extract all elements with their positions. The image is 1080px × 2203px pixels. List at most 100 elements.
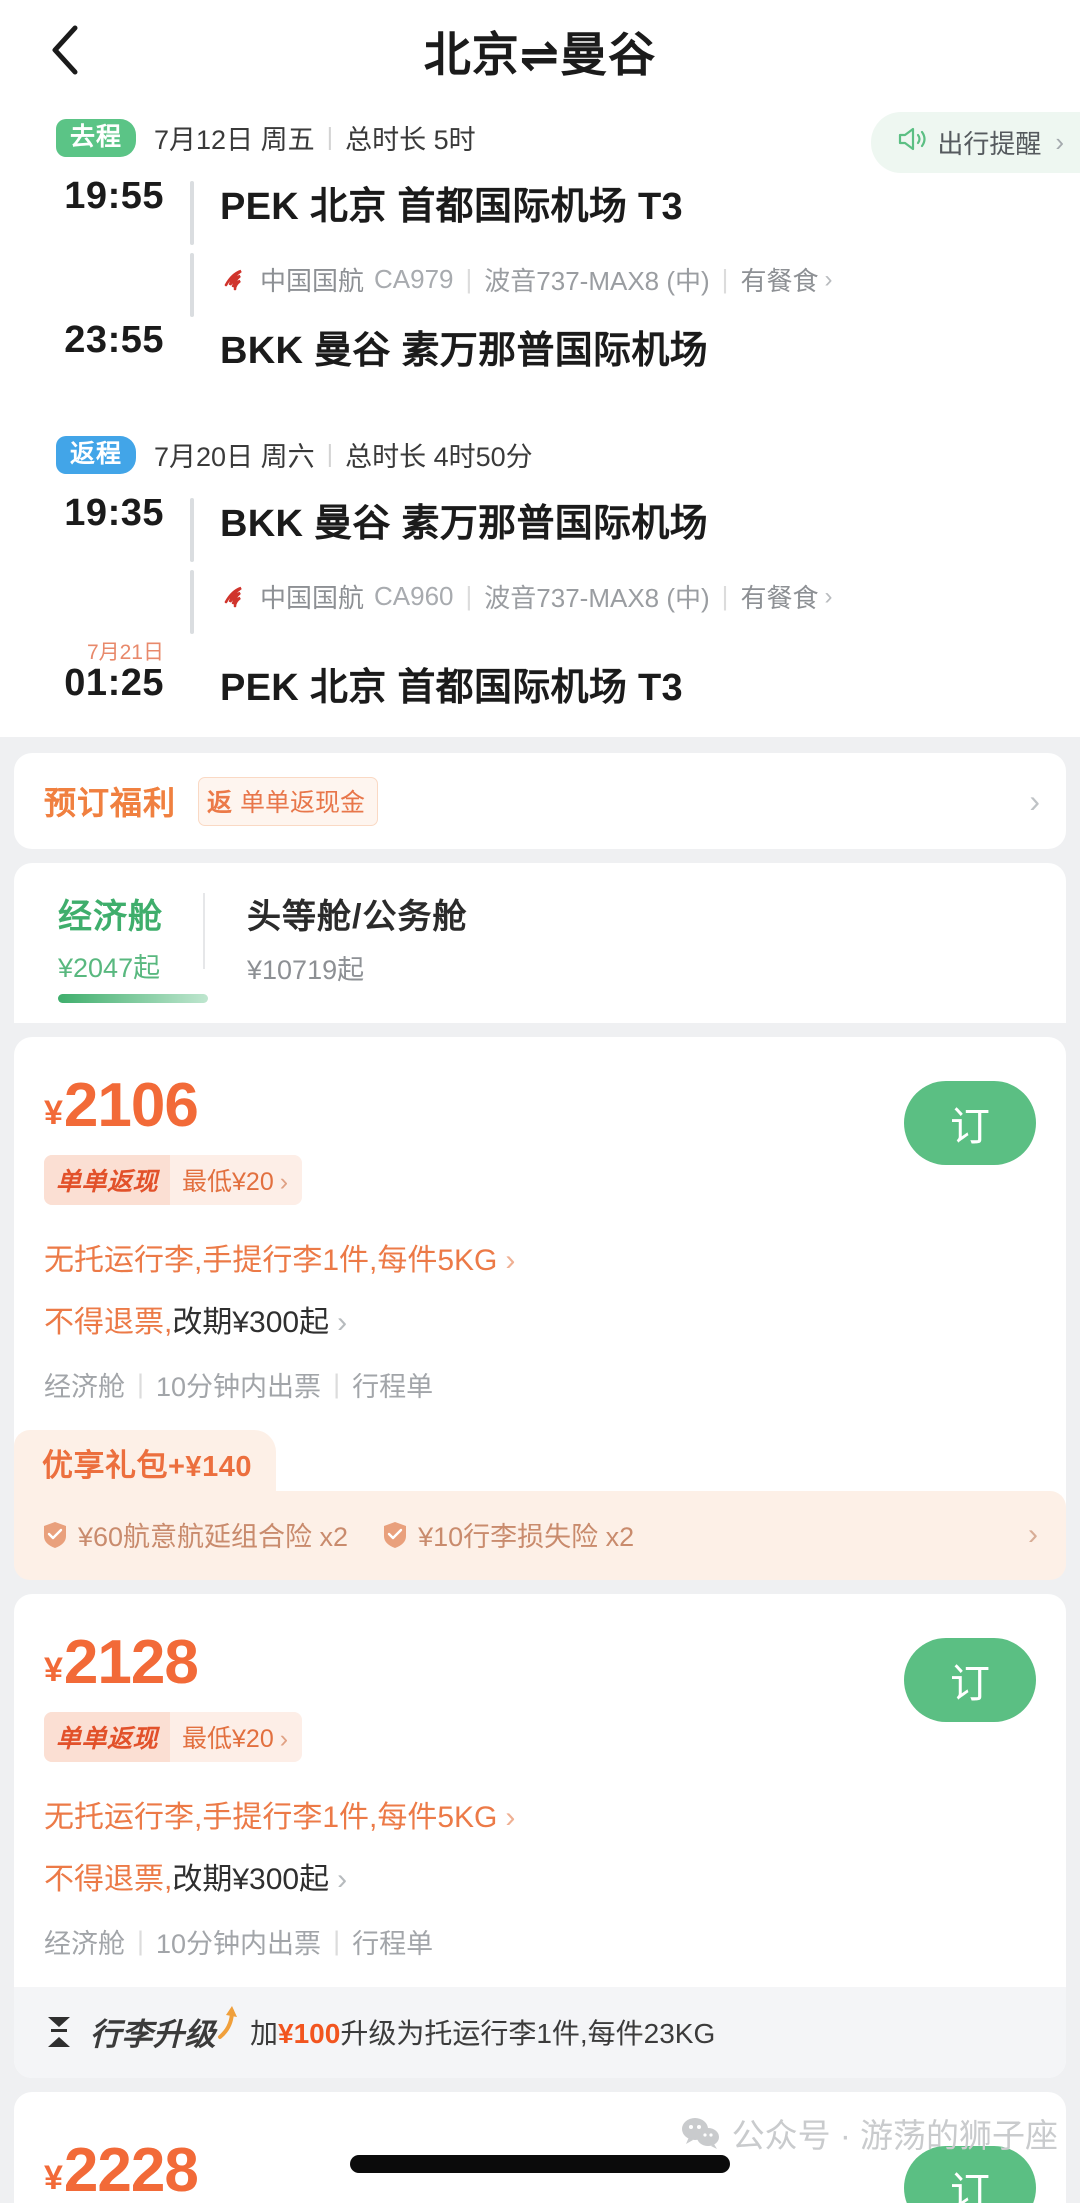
home-indicator[interactable] bbox=[350, 2155, 730, 2173]
shield-check-icon bbox=[382, 1521, 408, 1549]
inbound-flight-detail-wrap: 中国国航 CA960 | 波音737-MAX8 (中) | 有餐食 › bbox=[194, 564, 1080, 629]
fare-price: ¥2128 bbox=[44, 1632, 904, 1694]
outbound-flight-detail-row[interactable]: 00:00 中国国航 CA979 | 波音737-MAX8 (中) | bbox=[0, 247, 1080, 319]
booking-benefit-card[interactable]: 预订福利 返 单单返现金 › bbox=[14, 753, 1066, 849]
outbound-depart-row: 19:55 PEK 北京 首都国际机场 T3 bbox=[0, 175, 1080, 247]
fare-change-fee: 改期¥300起 bbox=[172, 1306, 330, 1339]
upgrade-arrow-icon bbox=[216, 2003, 238, 2049]
outbound-arrive-row: 23:55 BKK 曼谷 素万那普国际机场 bbox=[0, 319, 1080, 391]
meta-separator: | bbox=[326, 440, 334, 468]
chevron-right-icon: › bbox=[824, 582, 833, 610]
tag-separator: | bbox=[333, 1369, 341, 1399]
baggage-upgrade-prefix: 加 bbox=[250, 2017, 279, 2049]
fare-change-fee: 改期¥300起 bbox=[172, 1863, 330, 1896]
inbound-depart-time: 19:35 bbox=[64, 492, 164, 534]
fare-price-left: ¥2128 单单返现 最低¥20 › bbox=[44, 1632, 904, 1762]
gift-pack-body[interactable]: ¥60航意航延组合险 x2 ¥10行李损失险 x2 › bbox=[14, 1491, 1066, 1580]
fare-card: ¥2128 单单返现 最低¥20 › 订 无托运行李,手提行李1件,每件5KG › … bbox=[14, 1594, 1066, 2078]
inbound-flight-detail[interactable]: 中国国航 CA960 | 波音737-MAX8 (中) | 有餐食 › bbox=[220, 564, 1080, 629]
cabin-class-tabs-card: 经济舱 ¥2047起 头等舱/公务舱 ¥10719起 bbox=[14, 863, 1066, 1003]
tab-economy[interactable]: 经济舱 ¥2047起 bbox=[58, 889, 208, 1003]
gift-pack-label: 优享礼包+¥140 bbox=[14, 1430, 276, 1493]
inbound-meta: 7月20日 周六 | 总时长 4时50分 bbox=[154, 435, 533, 474]
inbound-segment-header: 返程 7月20日 周六 | 总时长 4时50分 bbox=[0, 391, 1080, 480]
chevron-right-icon: › bbox=[337, 1306, 348, 1339]
chevron-right-icon: › bbox=[505, 1244, 516, 1277]
book-button[interactable]: 订 bbox=[904, 2146, 1036, 2203]
fare-tags: 经济舱 | 10分钟内出票 | 行程单 bbox=[44, 1922, 1036, 1987]
fare-cashback-text: 最低¥20 › bbox=[170, 1712, 302, 1762]
inbound-arrive-airport: PEK 北京 首都国际机场 T3 bbox=[220, 667, 683, 709]
cabin-class-tabs: 经济舱 ¥2047起 头等舱/公务舱 ¥10719起 bbox=[14, 889, 1066, 1003]
tab-divider bbox=[203, 893, 205, 969]
cashback-chip: 返 单单返现金 bbox=[198, 776, 379, 826]
outbound-depart-airport-wrap: PEK 北京 首都国际机场 T3 bbox=[194, 175, 1080, 230]
outbound-segment-header: 去程 7月12日 周五 | 总时长 5时 出行提醒 › bbox=[0, 100, 1080, 173]
outbound-arrive-airport: BKK 曼谷 素万那普国际机场 bbox=[220, 330, 708, 372]
book-button[interactable]: 订 bbox=[904, 1638, 1036, 1722]
outbound-timeline: 19:55 PEK 北京 首都国际机场 T3 00:00 bbox=[0, 163, 1080, 391]
fare-price: ¥2106 bbox=[44, 1075, 904, 1137]
detail-separator: | bbox=[721, 264, 729, 294]
fare-tag: 行程单 bbox=[352, 1929, 434, 1959]
detail-separator: | bbox=[465, 581, 473, 611]
gift-pack-title: 优享礼包 bbox=[42, 1448, 168, 1483]
fare-refund-line[interactable]: 不得退票,改期¥300起 › bbox=[44, 1854, 1036, 1898]
cashback-chip-text: 单单返现金 bbox=[240, 788, 366, 817]
tag-separator: | bbox=[137, 1926, 145, 1956]
flight-detail-screen: 北京⇌曼谷 去程 7月12日 周五 | 总时长 5时 出行提醒 › 19:55 … bbox=[0, 0, 1080, 2203]
fare-cashback-amount: 最低¥20 bbox=[182, 1168, 274, 1196]
baggage-upgrade-bar[interactable]: 行李升级 加¥100升级为托运行李1件,每件23KG bbox=[14, 1987, 1066, 2078]
gift-pack-price: +¥140 bbox=[168, 1451, 252, 1483]
inbound-tag: 返程 bbox=[56, 435, 137, 474]
fare-price-left: ¥2106 单单返现 最低¥20 › bbox=[44, 1075, 904, 1205]
air-china-logo bbox=[220, 582, 250, 612]
fare-baggage-line[interactable]: 无托运行李,手提行李1件,每件5KG › bbox=[44, 1235, 1036, 1279]
chevron-right-icon: › bbox=[505, 1801, 516, 1834]
inbound-depart-airport-wrap: BKK 曼谷 素万那普国际机场 bbox=[194, 492, 1080, 547]
tab-first-business-price: ¥10719起 bbox=[247, 955, 365, 985]
fare-price-row: ¥2128 单单返现 最低¥20 › 订 bbox=[44, 1632, 1036, 1762]
luggage-upgrade-icon bbox=[42, 2014, 76, 2050]
inbound-arrive-airport-wrap: PEK 北京 首都国际机场 T3 bbox=[194, 636, 1080, 711]
baggage-upgrade-brand-text: 行李升级 bbox=[90, 2017, 216, 2052]
inbound-arrive-time: 01:25 bbox=[64, 662, 164, 704]
chevron-right-icon: › bbox=[824, 265, 833, 293]
fare-price-value: 2106 bbox=[63, 1071, 199, 1140]
fare-tag: 10分钟内出票 bbox=[156, 1372, 322, 1402]
currency-symbol: ¥ bbox=[44, 1651, 63, 1689]
tab-first-business[interactable]: 头等舱/公务舱 ¥10719起 bbox=[247, 889, 507, 987]
back-button[interactable] bbox=[38, 23, 92, 77]
fare-card-partial: ¥2228 订 bbox=[14, 2092, 1066, 2203]
chevron-right-icon: › bbox=[1028, 1517, 1038, 1551]
fare-cashback-badge[interactable]: 单单返现 最低¥20 › bbox=[44, 1712, 303, 1762]
fare-price-row: ¥2106 单单返现 最低¥20 › 订 bbox=[44, 1075, 1036, 1205]
inbound-depart-row: 19:35 BKK 曼谷 素万那普国际机场 bbox=[0, 492, 1080, 564]
fare-baggage-line[interactable]: 无托运行李,手提行李1件,每件5KG › bbox=[44, 1792, 1036, 1836]
book-button[interactable]: 订 bbox=[904, 1081, 1036, 1165]
shield-check-icon bbox=[42, 1521, 68, 1549]
meta-separator: | bbox=[326, 123, 334, 151]
outbound-meta: 7月12日 周五 | 总时长 5时 bbox=[154, 118, 476, 157]
outbound-meal: 有餐食 bbox=[740, 266, 819, 296]
chevron-right-icon: › bbox=[1055, 127, 1064, 157]
fare-card: ¥2106 单单返现 最低¥20 › 订 无托运行李,手提行李1件,每件5KG › … bbox=[14, 1037, 1066, 1580]
outbound-flight-detail[interactable]: 中国国航 CA979 | 波音737-MAX8 (中) | 有餐食 › bbox=[220, 247, 1080, 312]
chevron-right-icon: › bbox=[279, 1725, 289, 1753]
inbound-flight-detail-row[interactable]: 00:00 中国国航 CA960 | 波音737-MAX8 (中) | bbox=[0, 564, 1080, 636]
fare-price-value: 2228 bbox=[63, 2136, 199, 2203]
cashback-chip-tag: 返 bbox=[207, 788, 233, 817]
inbound-duration: 总时长 4时50分 bbox=[345, 442, 533, 472]
fare-refund-warning: 不得退票, bbox=[44, 1306, 173, 1339]
fare-refund-warning: 不得退票, bbox=[44, 1863, 173, 1896]
outbound-airline: 中国国航 bbox=[260, 266, 365, 296]
gift-pack-item: ¥10行李损失险 x2 bbox=[382, 1515, 634, 1554]
gift-pack-item-text: ¥60航意航延组合险 x2 bbox=[78, 1522, 349, 1552]
fare-cashback-badge[interactable]: 单单返现 最低¥20 › bbox=[44, 1155, 303, 1205]
outbound-flight-number: CA979 bbox=[374, 264, 454, 294]
fare-refund-line[interactable]: 不得退票,改期¥300起 › bbox=[44, 1297, 1036, 1341]
outbound-arrive-airport-wrap: BKK 曼谷 素万那普国际机场 bbox=[194, 319, 1080, 374]
inbound-airline: 中国国航 bbox=[260, 583, 365, 613]
detail-separator: | bbox=[721, 581, 729, 611]
tab-economy-price: ¥2047起 bbox=[58, 953, 161, 983]
